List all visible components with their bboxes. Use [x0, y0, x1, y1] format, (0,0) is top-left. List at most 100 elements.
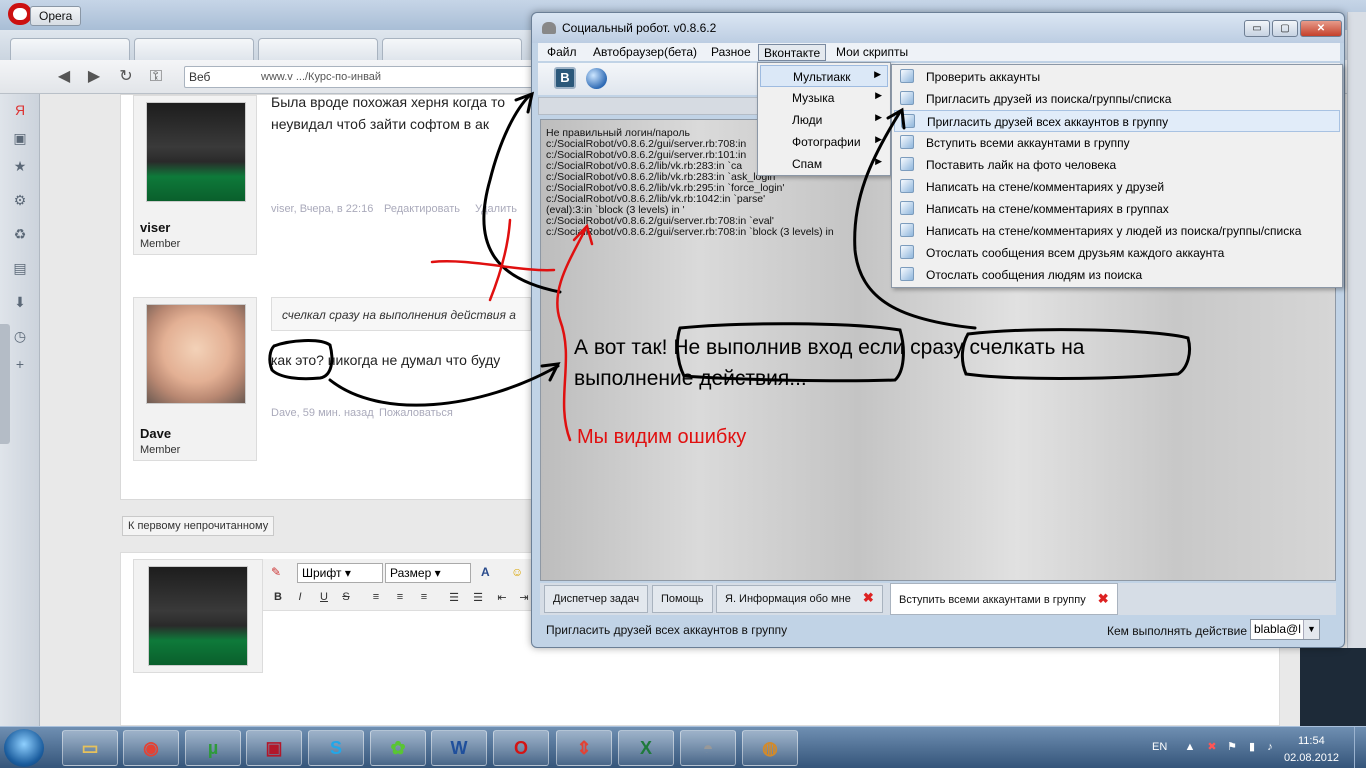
avatar[interactable]	[146, 304, 246, 404]
opera-tab[interactable]	[10, 38, 130, 60]
tab-about-me[interactable]: Я. Информация обо мне ✖	[716, 585, 883, 613]
submenu-item[interactable]: Вступить всеми аккаунтами в группу	[894, 132, 1340, 154]
minimize-button[interactable]: ▭	[1244, 20, 1270, 37]
language-indicator[interactable]: EN	[1152, 741, 1167, 753]
submenu-item[interactable]: Пригласить друзей из поиска/группы/списк…	[894, 88, 1340, 110]
submenu-item[interactable]: Поставить лайк на фото человека	[894, 154, 1340, 176]
yandex-icon[interactable]: Я	[12, 102, 28, 118]
submenu-item[interactable]: Проверить аккаунты	[894, 66, 1340, 88]
close-tab-icon[interactable]: ✖	[1098, 592, 1109, 605]
menu-item-people[interactable]: Люди ▶	[760, 109, 888, 131]
robot-titlebar[interactable]: Социальный робот. v0.8.6.2 ▭ ▢ ✕	[532, 13, 1344, 43]
username[interactable]: Dave	[140, 426, 171, 441]
tab-help[interactable]: Помощь	[652, 585, 713, 613]
battery-icon[interactable]: ▮	[1246, 741, 1258, 753]
numbered-list-icon[interactable]: ☰	[471, 591, 485, 604]
social-robot-icon[interactable]: ◓	[680, 730, 736, 766]
icq-flower-icon[interactable]: ✿	[370, 730, 426, 766]
chrome-icon[interactable]: ◉	[123, 730, 179, 766]
executor-select[interactable]: blabla@l ▼	[1250, 619, 1320, 640]
paint-palette-icon[interactable]: ◍	[742, 730, 798, 766]
maximize-button[interactable]: ▢	[1272, 20, 1298, 37]
italic-button[interactable]: I	[293, 591, 307, 603]
close-button[interactable]: ✕	[1300, 20, 1342, 37]
explorer-icon[interactable]: ▭	[62, 730, 118, 766]
excel-icon[interactable]: X	[618, 730, 674, 766]
upload-download-icon[interactable]: ⇕	[556, 730, 612, 766]
close-tab-icon[interactable]: ✖	[863, 591, 874, 604]
skype-icon[interactable]: S	[308, 730, 364, 766]
menu-file[interactable]: Файл	[542, 44, 582, 61]
delete-link[interactable]: Удалить	[475, 203, 517, 215]
smiley-icon[interactable]: ☺	[507, 563, 527, 583]
history-clock-icon[interactable]: ◷	[12, 328, 28, 344]
align-center-icon[interactable]: ≡	[393, 591, 407, 603]
username[interactable]: viser	[140, 220, 170, 235]
tab-join-group[interactable]: Вступить всеми аккаунтами в группу ✖	[890, 583, 1118, 615]
show-hidden-icons-icon[interactable]: ▲	[1184, 741, 1196, 753]
action-center-icon[interactable]: ⚑	[1226, 741, 1238, 753]
opera-menu-button[interactable]: Opera	[30, 6, 82, 26]
submenu-item[interactable]: Отослать сообщения всем друзьям каждого …	[894, 242, 1340, 264]
start-button[interactable]	[4, 729, 44, 767]
opera-tab[interactable]	[382, 38, 522, 60]
volume-icon[interactable]: ♪	[1264, 741, 1276, 753]
menu-item-spam[interactable]: Спам ▶	[760, 153, 888, 175]
complain-link[interactable]: Пожаловаться	[379, 407, 453, 419]
menu-item-photos[interactable]: Фотографии ▶	[760, 131, 888, 153]
underline-button[interactable]: U	[317, 591, 331, 603]
first-unread-button[interactable]: К первому непрочитанному	[122, 516, 275, 536]
menu-misc[interactable]: Разное	[706, 44, 756, 61]
edit-link[interactable]: Редактировать	[384, 203, 460, 215]
clock-date[interactable]: 02.08.2012	[1284, 752, 1339, 764]
size-select[interactable]: Размер ▾	[385, 563, 471, 583]
unite-icon[interactable]: ♻	[12, 226, 28, 242]
menu-item-music[interactable]: Музыка ▶	[760, 87, 888, 109]
opera-icon[interactable]: O	[493, 730, 549, 766]
strike-button[interactable]: S	[339, 591, 353, 603]
submenu-item[interactable]: Написать на стене/комментариях в группах	[894, 198, 1340, 220]
downloads-icon[interactable]: ⬇	[12, 294, 28, 310]
align-right-icon[interactable]: ≡	[417, 591, 431, 603]
indent-icon[interactable]: ⇥	[517, 591, 531, 604]
avatar[interactable]	[146, 102, 246, 202]
menu-my-scripts[interactable]: Мои скрипты	[831, 44, 913, 61]
menu-vkontakte[interactable]: Вконтакте	[758, 44, 827, 61]
add-panel-icon[interactable]: +	[12, 356, 28, 372]
sidebar-resize-handle[interactable]	[0, 324, 10, 444]
menu-item-multiacc[interactable]: Мультиакк ▶	[760, 65, 888, 87]
outdent-icon[interactable]: ⇤	[495, 591, 509, 604]
menu-autobrowser[interactable]: Автобраузер(бета)	[588, 44, 702, 61]
align-left-icon[interactable]: ≡	[369, 591, 383, 603]
submenu-item[interactable]: Написать на стене/комментариях у друзей	[894, 176, 1340, 198]
speed-dial-icon[interactable]: ▣	[12, 130, 28, 146]
submenu-item[interactable]: Пригласить друзей всех аккаунтов в групп…	[894, 110, 1340, 132]
show-desktop-button[interactable]	[1354, 727, 1366, 768]
clock-time[interactable]: 11:54	[1298, 735, 1325, 747]
tab-task-manager[interactable]: Диспетчер задач	[544, 585, 649, 613]
opera-tab[interactable]	[258, 38, 378, 60]
vk-icon[interactable]: B	[554, 67, 576, 89]
network-warning-icon[interactable]: ✖	[1206, 741, 1218, 753]
utorrent-icon[interactable]: µ	[185, 730, 241, 766]
forward-icon[interactable]: ▶	[84, 68, 104, 86]
notes-icon[interactable]: ▤	[12, 260, 28, 276]
back-icon[interactable]: ◀	[54, 68, 74, 86]
opera-tab[interactable]	[134, 38, 254, 60]
globe-icon[interactable]	[586, 68, 607, 89]
bookmarks-star-icon[interactable]: ★	[12, 158, 28, 174]
word-icon[interactable]: W	[431, 730, 487, 766]
opera-logo-icon[interactable]	[8, 3, 32, 25]
submenu-item[interactable]: Написать на стене/комментариях у людей и…	[894, 220, 1340, 242]
address-bar[interactable]: Веб www.v .../Курс-по-инвай	[184, 66, 544, 88]
bullet-list-icon[interactable]: ☰	[447, 591, 461, 604]
submenu-item[interactable]: Отослать сообщения людям из поиска	[894, 264, 1340, 286]
text-color-icon[interactable]: A	[477, 563, 503, 583]
key-icon[interactable]: ⚿	[146, 68, 166, 86]
settings-gear-icon[interactable]: ⚙	[12, 192, 28, 208]
font-select[interactable]: Шрифт ▾	[297, 563, 383, 583]
eraser-icon[interactable]: ✎	[267, 563, 289, 583]
bold-button[interactable]: B	[271, 591, 285, 603]
floppy-save-icon[interactable]: ▣	[246, 730, 302, 766]
reload-icon[interactable]: ↻	[116, 68, 136, 86]
